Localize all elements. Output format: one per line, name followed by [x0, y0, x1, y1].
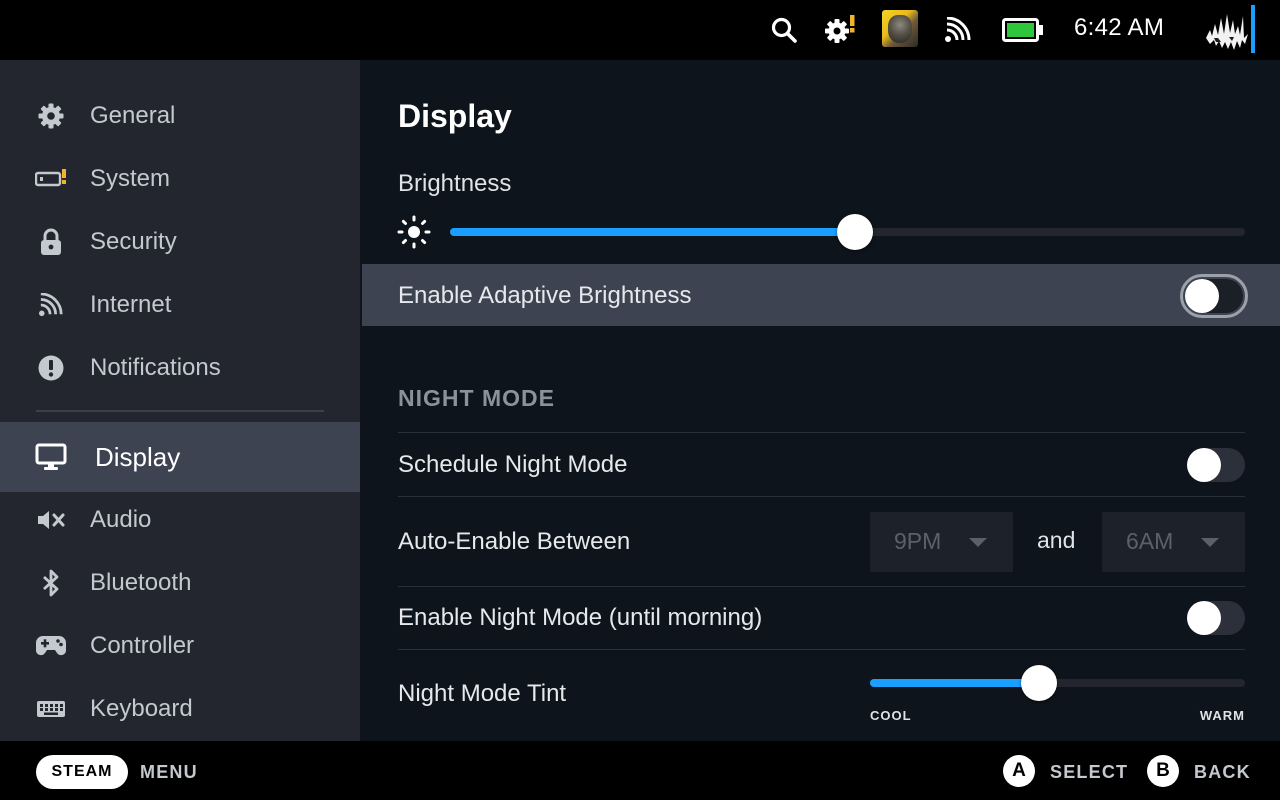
gamepad-icon	[35, 630, 67, 662]
keyboard-icon	[35, 693, 67, 725]
sidebar-item-general[interactable]: General	[0, 84, 360, 147]
steam-button[interactable]: STEAM	[36, 755, 128, 789]
sidebar-item-label: Notifications	[90, 353, 221, 381]
brightness-label: Brightness	[398, 170, 512, 197]
select-label: SELECT	[1050, 762, 1129, 782]
wifi-icon[interactable]	[942, 16, 974, 44]
alert-icon	[35, 352, 67, 384]
display-settings-panel: Display Brightness Enable Adaptive Brigh…	[360, 60, 1280, 741]
b-button-glyph[interactable]: B	[1147, 755, 1179, 787]
sidebar-item-controller[interactable]: Controller	[0, 614, 360, 677]
enable-night-mode-toggle[interactable]	[1187, 601, 1245, 635]
lock-icon	[35, 226, 67, 258]
status-bar: 6:42 AM	[0, 0, 1280, 60]
adaptive-brightness-label: Enable Adaptive Brightness	[398, 282, 692, 309]
brightness-slider[interactable]	[450, 214, 1245, 250]
toggle-knob	[1185, 279, 1219, 313]
night-start-value: 9PM	[894, 528, 942, 554]
sidebar-item-label: Keyboard	[90, 694, 193, 722]
bluetooth-icon	[35, 567, 67, 599]
divider	[398, 586, 1245, 587]
auto-enable-label: Auto-Enable Between	[398, 528, 631, 555]
a-button-glyph[interactable]: A	[1003, 755, 1035, 787]
sidebar-item-label: System	[90, 164, 171, 192]
and-label: and	[1037, 527, 1076, 553]
gear-icon	[35, 100, 67, 132]
tint-slider-fill	[870, 679, 1039, 687]
system-icon	[35, 163, 67, 195]
sidebar-item-audio[interactable]: Audio	[0, 488, 360, 551]
back-label: BACK	[1194, 762, 1251, 782]
search-icon[interactable]	[768, 14, 800, 46]
sidebar-divider	[36, 410, 324, 412]
tint-cool-label: COOL	[870, 708, 912, 723]
sidebar-item-display[interactable]: Display	[0, 422, 360, 492]
sidebar-item-label: Bluetooth	[90, 568, 192, 596]
sidebar-item-internet[interactable]: Internet	[0, 273, 360, 336]
status-accent-bar	[1251, 5, 1255, 53]
sidebar-item-security[interactable]: Security	[0, 210, 360, 273]
speaker-muted-icon	[35, 504, 67, 536]
brightness-sun-icon	[396, 214, 432, 250]
sidebar-item-label: Display	[95, 441, 181, 472]
sidebar-item-label: Internet	[90, 290, 172, 318]
bottom-hint-bar: STEAM MENU A SELECT B BACK	[0, 741, 1280, 800]
settings-sidebar: General System Security Internet Notific…	[0, 60, 360, 741]
avatar[interactable]	[1204, 8, 1248, 52]
schedule-night-mode-label: Schedule Night Mode	[398, 451, 628, 478]
sidebar-item-label: Security	[90, 227, 177, 255]
page-title: Display	[398, 98, 512, 134]
sidebar-item-label: Audio	[90, 505, 152, 533]
toggle-knob	[1187, 448, 1221, 482]
night-mode-header: NIGHT MODE	[398, 385, 555, 411]
sidebar-item-label: Controller	[90, 631, 195, 659]
sidebar-item-label: General	[90, 101, 176, 129]
tint-warm-label: WARM	[1199, 708, 1245, 723]
sidebar-item-notifications[interactable]: Notifications	[0, 336, 360, 399]
chevron-down-icon	[969, 538, 987, 547]
battery-icon[interactable]	[1002, 18, 1044, 42]
divider	[398, 432, 1245, 433]
menu-label: MENU	[140, 762, 198, 782]
tint-slider-knob[interactable]	[1020, 665, 1057, 701]
night-end-dropdown[interactable]: 6AM	[1102, 512, 1245, 572]
divider	[398, 496, 1245, 497]
enable-night-mode-label: Enable Night Mode (until morning)	[398, 604, 763, 631]
night-start-dropdown[interactable]: 9PM	[870, 512, 1013, 572]
sidebar-item-keyboard[interactable]: Keyboard	[0, 677, 360, 740]
night-mode-tint-slider[interactable]	[870, 665, 1245, 701]
schedule-night-mode-toggle[interactable]	[1187, 448, 1245, 482]
settings-gear-alert-icon[interactable]	[822, 13, 858, 47]
sidebar-item-system[interactable]: System	[0, 147, 360, 210]
adaptive-brightness-toggle[interactable]	[1180, 274, 1248, 318]
clock: 6:42 AM	[1074, 14, 1165, 41]
monitor-icon	[35, 441, 67, 473]
sidebar-item-bluetooth[interactable]: Bluetooth	[0, 551, 360, 614]
toggle-knob	[1187, 601, 1221, 635]
brightness-slider-fill	[450, 228, 856, 236]
wifi-icon	[35, 289, 67, 321]
brightness-slider-knob[interactable]	[837, 214, 874, 250]
night-end-value: 6AM	[1126, 528, 1174, 554]
chevron-down-icon	[1201, 538, 1219, 547]
game-thumbnail[interactable]	[882, 10, 918, 47]
divider	[398, 649, 1245, 650]
night-mode-tint-label: Night Mode Tint	[398, 680, 567, 707]
